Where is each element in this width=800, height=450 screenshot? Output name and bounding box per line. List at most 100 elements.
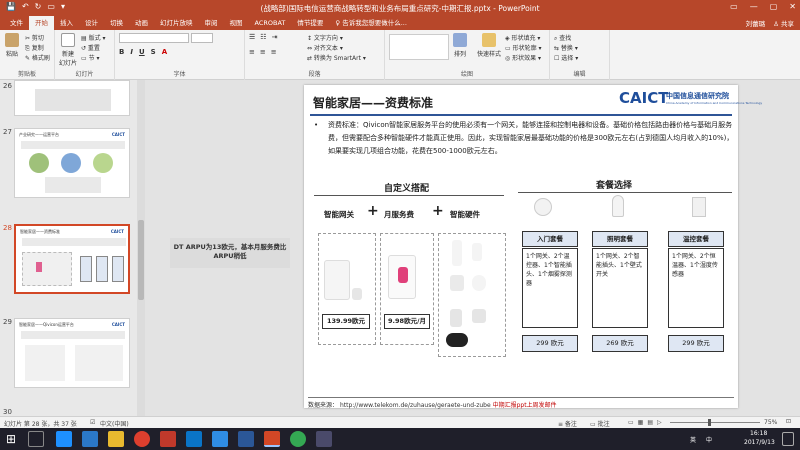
bullets-icon[interactable]: ☰ (249, 33, 255, 41)
language-indicator[interactable]: 中文(中国) (100, 419, 129, 428)
user-name[interactable]: 刘蕾璐 (746, 18, 766, 28)
ime-language[interactable]: 中 (706, 435, 712, 444)
task-view-icon[interactable] (28, 431, 44, 447)
font-size-box[interactable] (191, 33, 213, 43)
scrollbar-thumb[interactable] (138, 220, 144, 300)
package-price: 299 欧元 (522, 335, 578, 352)
shapes-gallery[interactable] (389, 34, 449, 60)
tab-transitions[interactable]: 切换 (104, 16, 129, 30)
tab-view[interactable]: 视图 (224, 16, 249, 30)
zoom-level[interactable]: 75% (764, 419, 777, 426)
clock-time[interactable]: 16:18 (750, 430, 767, 437)
app-icon[interactable] (212, 431, 228, 447)
copy-button[interactable]: ⎘ 复制 (25, 43, 44, 53)
paste-button[interactable]: 粘贴 (5, 33, 19, 58)
chrome-browser-icon[interactable] (134, 431, 150, 447)
ime-mode[interactable]: 英 (690, 435, 696, 444)
select-button[interactable]: ☐ 选择 ▾ (554, 53, 578, 62)
chrome-icon[interactable] (290, 431, 306, 447)
indent-icon[interactable]: ⇥ (272, 33, 278, 41)
zoom-slider-thumb[interactable] (708, 419, 711, 426)
tab-home[interactable]: 开始 (29, 16, 54, 30)
outlook-icon[interactable] (186, 431, 202, 447)
pricing-bullet[interactable]: • 资费标准：Qivicon智能家居服务平台的使用必须有一个网关，能够连接和控制… (314, 119, 734, 158)
tell-me-search[interactable]: ♀ 告诉我您想要做什么... (329, 16, 413, 30)
spellcheck-icon[interactable]: ☑ (90, 419, 95, 426)
undo-icon[interactable]: ↶ (22, 2, 29, 11)
strikethrough-icon[interactable]: S (151, 48, 156, 56)
start-slideshow-icon[interactable]: ▭ (47, 2, 55, 11)
tab-animations[interactable]: 动画 (129, 16, 154, 30)
align-left-icon[interactable]: ≡ (249, 48, 255, 56)
quick-styles-button[interactable]: 快速样式 (477, 33, 501, 58)
tab-storyboarding[interactable]: 情节提要 (291, 16, 329, 30)
align-text-button[interactable]: ⇔ 对齐文本 ▾ (307, 43, 343, 52)
slide-title[interactable]: 智能家居——资费标准 (313, 94, 433, 111)
fit-slide-icon[interactable]: ⊡ (786, 418, 791, 425)
redo-icon[interactable]: ↻ (35, 2, 42, 11)
align-center-icon[interactable]: ≡ (260, 48, 266, 56)
italic-icon[interactable]: I (130, 48, 133, 56)
current-slide[interactable]: 智能家居——资费标准 CAICT 中国信息通信研究院 China Academy… (304, 85, 762, 409)
powerpoint-icon[interactable] (264, 431, 280, 447)
bold-icon[interactable]: B (119, 48, 124, 56)
word-icon[interactable] (238, 431, 254, 447)
view-buttons[interactable]: ▭▦▤▷ (628, 419, 666, 426)
new-slide-button[interactable]: 新建 幻灯片 (59, 33, 77, 67)
slide-thumbnail-28[interactable]: 智能家居——资费标准 CAICT (14, 224, 130, 294)
notes-button[interactable]: ≡ 备注 (558, 419, 577, 428)
close-button[interactable]: ✕ (789, 2, 796, 11)
thumbnail-title: 智能家居——资费标准 (20, 229, 60, 234)
tab-design[interactable]: 设计 (79, 16, 104, 30)
numbering-icon[interactable]: ☷ (260, 33, 266, 41)
smartart-button[interactable]: ⇄ 转换为 SmartArt ▾ (307, 53, 366, 62)
source-footer[interactable]: 数据来源： http://www.telekom.de/zuhause/gera… (308, 397, 734, 409)
maximize-button[interactable]: ▢ (770, 2, 778, 11)
ribbon-display-icon[interactable]: ▭ (730, 2, 738, 11)
text-direction-button[interactable]: ↕ 文字方向 ▾ (307, 33, 343, 42)
slide-thumbnail-27[interactable]: 产业研究——运营平台 CAICT (14, 128, 130, 198)
align-right-icon[interactable]: ≡ (271, 48, 277, 56)
window-controls: ▭ — ▢ ✕ (730, 2, 796, 11)
underline-icon[interactable]: U (139, 48, 145, 56)
shape-fill-button[interactable]: ◈ 形状填充 ▾ (505, 33, 540, 42)
comments-button[interactable]: ▭ 批注 (590, 419, 610, 428)
slide-thumbnail-26[interactable] (14, 80, 130, 116)
cut-button[interactable]: ✂ 剪切 (25, 33, 44, 42)
windows-start-icon[interactable]: ⊞ (6, 431, 22, 447)
edge-browser-icon[interactable] (56, 431, 72, 447)
minimize-button[interactable]: — (750, 2, 758, 11)
customize-qat-icon[interactable]: ▾ (61, 2, 65, 11)
shape-outline-button[interactable]: ▭ 形状轮廓 ▾ (505, 43, 542, 52)
plug-icon (450, 309, 462, 327)
app-icon[interactable] (160, 431, 176, 447)
find-button[interactable]: ⌕ 查找 (554, 33, 571, 43)
tab-insert[interactable]: 插入 (54, 16, 79, 30)
section-button[interactable]: ▭ 节 ▾ (81, 53, 100, 62)
font-color-icon[interactable]: A (162, 48, 167, 56)
tab-acrobat[interactable]: ACROBAT (249, 16, 292, 30)
format-painter-button[interactable]: ✎ 格式刷 (25, 53, 50, 62)
zoom-slider[interactable] (670, 422, 760, 423)
app-icon[interactable] (316, 431, 332, 447)
share-button[interactable]: ♙ 共享 (773, 18, 794, 28)
layout-button[interactable]: ▤ 版式 ▾ (81, 33, 106, 42)
file-explorer-icon[interactable] (108, 431, 124, 447)
tab-file[interactable]: 文件 (4, 16, 29, 30)
notification-icon[interactable] (782, 432, 794, 446)
thumbnail-scrollbar[interactable] (137, 80, 145, 416)
replace-button[interactable]: ⇆ 替换 ▾ (554, 43, 578, 52)
reset-button[interactable]: ↺ 重置 (81, 43, 100, 52)
tab-review[interactable]: 审阅 (199, 16, 224, 30)
clock-date[interactable]: 2017/9/13 (744, 439, 775, 446)
save-icon[interactable]: 💾 (6, 2, 16, 11)
slide-thumbnail-29[interactable]: 智能家居——Qivicon运营平台 CAICT (14, 318, 130, 388)
tab-slideshow[interactable]: 幻灯片放映 (154, 16, 199, 30)
ie-icon[interactable] (82, 431, 98, 447)
font-name-box[interactable] (119, 33, 189, 43)
light-bulb-icon (612, 195, 624, 217)
arrange-button[interactable]: 排列 (453, 33, 467, 58)
shape-effects-button[interactable]: ◎ 形状效果 ▾ (505, 53, 541, 62)
off-slide-note[interactable]: DT ARPU为13欧元，基本月服务费比ARPU稍低 (170, 238, 290, 268)
taskbar: ⊞ 英 中 16:18 2017/9/13 (0, 428, 800, 450)
